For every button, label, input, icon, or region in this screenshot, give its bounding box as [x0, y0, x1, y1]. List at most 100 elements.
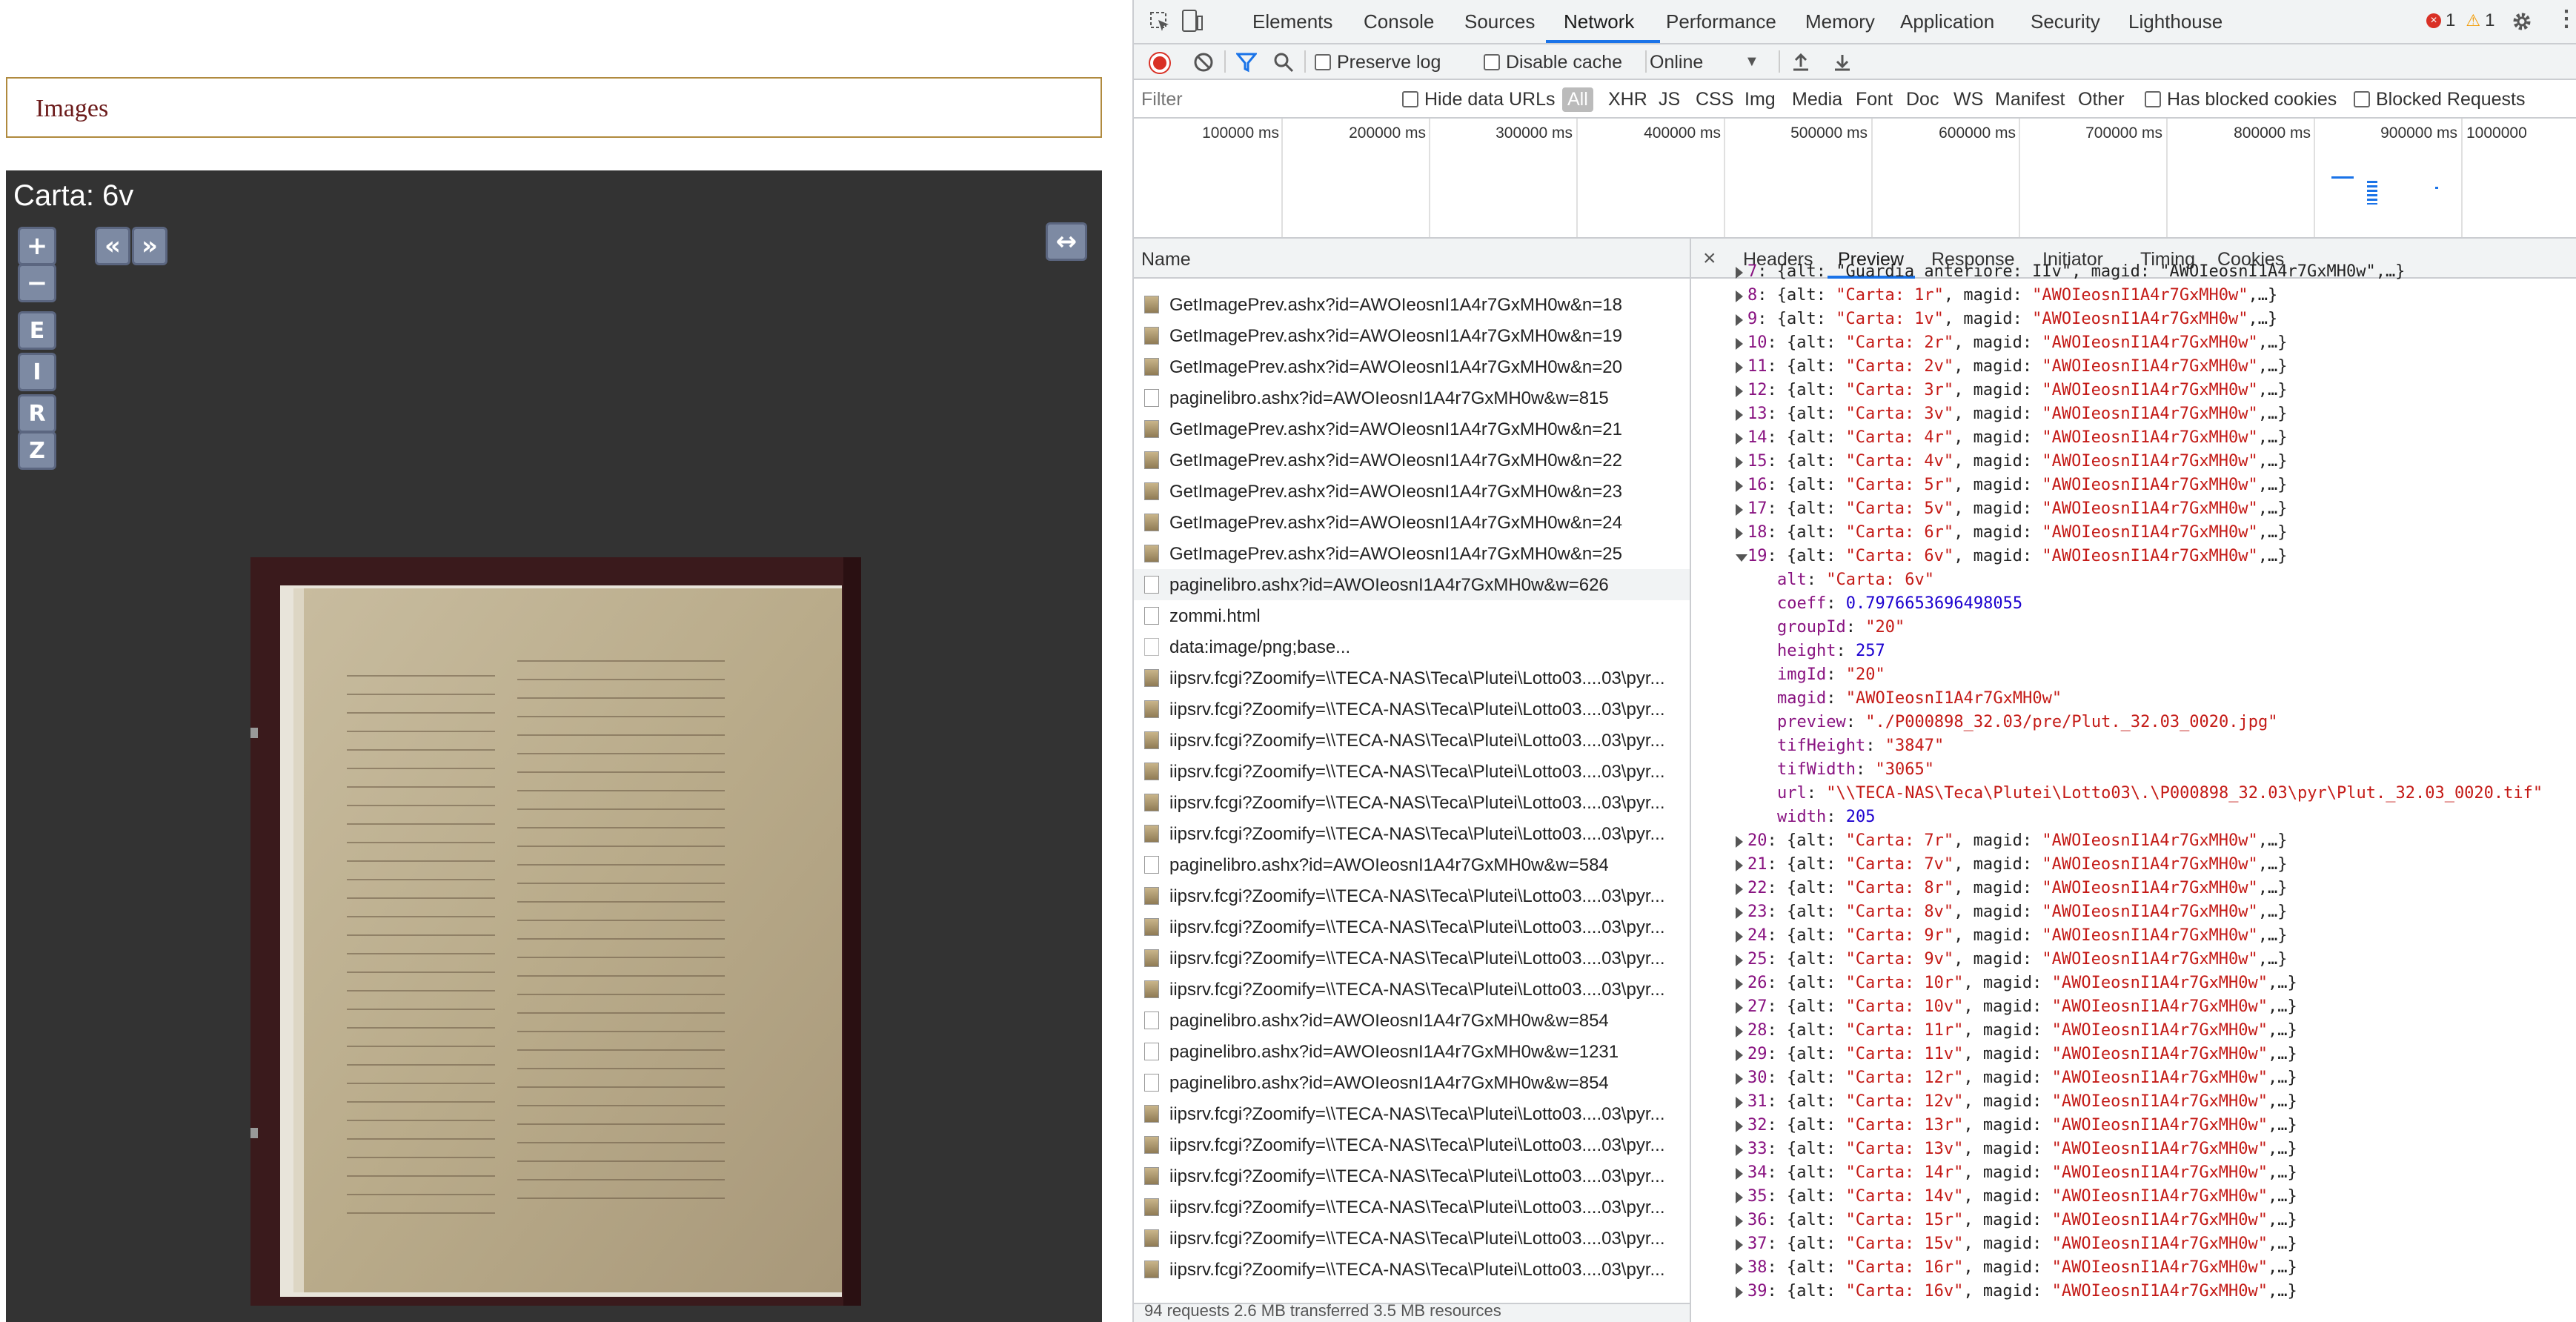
- expand-triangle-icon[interactable]: [1736, 1168, 1743, 1180]
- filter-css[interactable]: CSS: [1696, 89, 1733, 110]
- filter-icon[interactable]: [1236, 52, 1257, 73]
- filter-doc[interactable]: Doc: [1906, 89, 1939, 110]
- request-row[interactable]: iipsrv.fcgi?Zoomify=\\TECA-NAS\Teca\Plut…: [1134, 1160, 1690, 1192]
- json-node-collapsed[interactable]: 8: {alt: "Carta: 1r", magid: "AWOIeosnI1…: [1691, 286, 2576, 310]
- filter-all[interactable]: All: [1562, 87, 1593, 112]
- images-section-header[interactable]: Images: [6, 77, 1102, 138]
- json-node-collapsed[interactable]: 31: {alt: "Carta: 12v", magid: "AWOIeosn…: [1691, 1092, 2576, 1116]
- tab-security[interactable]: Security: [2031, 10, 2100, 33]
- expand-triangle-icon[interactable]: [1736, 860, 1743, 871]
- expand-triangle-icon[interactable]: [1736, 954, 1743, 966]
- json-node-collapsed[interactable]: 13: {alt: "Carta: 3v", magid: "AWOIeosnI…: [1691, 405, 2576, 428]
- json-node-collapsed[interactable]: 27: {alt: "Carta: 10v", magid: "AWOIeosn…: [1691, 997, 2576, 1021]
- json-node-collapsed[interactable]: 33: {alt: "Carta: 13v", magid: "AWOIeosn…: [1691, 1140, 2576, 1163]
- prev-page-button[interactable]: «: [95, 227, 130, 265]
- filter-font[interactable]: Font: [1856, 89, 1893, 110]
- json-node-collapsed[interactable]: 20: {alt: "Carta: 7r", magid: "AWOIeosnI…: [1691, 831, 2576, 855]
- request-row[interactable]: GetImagePrev.ashx?id=AWOIeosnI1A4r7GxMH0…: [1134, 538, 1690, 569]
- filter-manifest[interactable]: Manifest: [1995, 89, 2065, 110]
- expand-triangle-icon[interactable]: [1736, 1144, 1743, 1156]
- json-node-collapsed[interactable]: 34: {alt: "Carta: 14r", magid: "AWOIeosn…: [1691, 1163, 2576, 1187]
- request-row[interactable]: data:image/png;base...: [1134, 631, 1690, 662]
- expand-triangle-icon[interactable]: [1736, 907, 1743, 919]
- expand-triangle-icon[interactable]: [1736, 1002, 1743, 1014]
- json-node-collapsed[interactable]: 17: {alt: "Carta: 5v", magid: "AWOIeosnI…: [1691, 499, 2576, 523]
- filter-xhr[interactable]: XHR: [1608, 89, 1647, 110]
- collapse-triangle-icon[interactable]: [1736, 554, 1747, 562]
- expand-triangle-icon[interactable]: [1736, 290, 1743, 302]
- viewer-button-r[interactable]: R: [18, 394, 56, 433]
- tab-sources[interactable]: Sources: [1464, 10, 1535, 33]
- request-row[interactable]: iipsrv.fcgi?Zoomify=\\TECA-NAS\Teca\Plut…: [1134, 1192, 1690, 1223]
- network-timeline-overview[interactable]: 100000 ms 200000 ms 300000 ms 400000 ms …: [1134, 119, 2576, 239]
- request-row[interactable]: iipsrv.fcgi?Zoomify=\\TECA-NAS\Teca\Plut…: [1134, 694, 1690, 725]
- search-icon[interactable]: [1273, 52, 1294, 73]
- request-row[interactable]: zommi.html: [1134, 600, 1690, 631]
- json-node-collapsed[interactable]: 16: {alt: "Carta: 5r", magid: "AWOIeosnI…: [1691, 476, 2576, 499]
- json-node-collapsed[interactable]: 24: {alt: "Carta: 9r", magid: "AWOIeosnI…: [1691, 926, 2576, 950]
- issues-counter[interactable]: × 1 ⚠ 1: [2426, 10, 2494, 31]
- expand-triangle-icon[interactable]: [1736, 1097, 1743, 1109]
- inspect-element-icon[interactable]: [1149, 10, 1171, 33]
- json-node-collapsed[interactable]: 7: {alt: "Guardia anteriore: IIv", magid…: [1691, 262, 2576, 286]
- request-row[interactable]: iipsrv.fcgi?Zoomify=\\TECA-NAS\Teca\Plut…: [1134, 787, 1690, 818]
- tab-console[interactable]: Console: [1364, 10, 1434, 33]
- tab-network[interactable]: Network: [1564, 10, 1634, 33]
- request-row[interactable]: paginelibro.ashx?id=AWOIeosnI1A4r7GxMH0w…: [1134, 1036, 1690, 1067]
- json-node-collapsed[interactable]: 21: {alt: "Carta: 7v", magid: "AWOIeosnI…: [1691, 855, 2576, 879]
- expand-triangle-icon[interactable]: [1736, 1239, 1743, 1251]
- expand-triangle-icon[interactable]: [1736, 362, 1743, 373]
- name-column-header[interactable]: Name: [1134, 239, 1690, 279]
- json-node-collapsed[interactable]: 14: {alt: "Carta: 4r", magid: "AWOIeosnI…: [1691, 428, 2576, 452]
- expand-triangle-icon[interactable]: [1736, 1073, 1743, 1085]
- record-icon[interactable]: [1150, 53, 1169, 73]
- expand-triangle-icon[interactable]: [1736, 267, 1743, 279]
- json-node-collapsed[interactable]: 29: {alt: "Carta: 11v", magid: "AWOIeosn…: [1691, 1045, 2576, 1069]
- expand-triangle-icon[interactable]: [1736, 480, 1743, 492]
- request-row[interactable]: iipsrv.fcgi?Zoomify=\\TECA-NAS\Teca\Plut…: [1134, 943, 1690, 974]
- request-row[interactable]: iipsrv.fcgi?Zoomify=\\TECA-NAS\Teca\Plut…: [1134, 1254, 1690, 1285]
- filter-other[interactable]: Other: [2078, 89, 2125, 110]
- tab-memory[interactable]: Memory: [1805, 10, 1875, 33]
- request-row[interactable]: paginelibro.ashx?id=AWOIeosnI1A4r7GxMH0w…: [1134, 569, 1690, 600]
- expand-triangle-icon[interactable]: [1736, 1215, 1743, 1227]
- manuscript-page-image[interactable]: [250, 557, 861, 1306]
- request-row[interactable]: GetImagePrev.ashx?id=AWOIeosnI1A4r7GxMH0…: [1134, 289, 1690, 320]
- tab-elements[interactable]: Elements: [1252, 10, 1332, 33]
- settings-gear-icon[interactable]: [2511, 10, 2533, 33]
- expand-triangle-icon[interactable]: [1736, 1263, 1743, 1275]
- image-viewer[interactable]: Carta: 6v + − « » ↔ E I R Z: [6, 170, 1102, 1322]
- expand-triangle-icon[interactable]: [1736, 1192, 1743, 1203]
- json-node-collapsed[interactable]: 32: {alt: "Carta: 13r", magid: "AWOIeosn…: [1691, 1116, 2576, 1140]
- request-row[interactable]: iipsrv.fcgi?Zoomify=\\TECA-NAS\Teca\Plut…: [1134, 1223, 1690, 1254]
- json-node-collapsed[interactable]: 38: {alt: "Carta: 16r", magid: "AWOIeosn…: [1691, 1258, 2576, 1282]
- expand-triangle-icon[interactable]: [1736, 504, 1743, 516]
- json-node-collapsed[interactable]: 30: {alt: "Carta: 12r", magid: "AWOIeosn…: [1691, 1069, 2576, 1092]
- blocked-requests-checkbox[interactable]: [2354, 91, 2370, 107]
- json-node-collapsed[interactable]: 18: {alt: "Carta: 6r", magid: "AWOIeosnI…: [1691, 523, 2576, 547]
- expand-triangle-icon[interactable]: [1736, 1026, 1743, 1037]
- zoom-in-button[interactable]: +: [18, 227, 56, 265]
- json-node-collapsed[interactable]: 35: {alt: "Carta: 14v", magid: "AWOIeosn…: [1691, 1187, 2576, 1211]
- filter-media[interactable]: Media: [1792, 89, 1842, 110]
- tab-application[interactable]: Application: [1900, 10, 1994, 33]
- expand-triangle-icon[interactable]: [1736, 931, 1743, 943]
- request-row[interactable]: paginelibro.ashx?id=AWOIeosnI1A4r7GxMH0w…: [1134, 1067, 1690, 1098]
- expand-triangle-icon[interactable]: [1736, 338, 1743, 350]
- viewer-button-z[interactable]: Z: [18, 431, 56, 470]
- expand-triangle-icon[interactable]: [1736, 883, 1743, 895]
- viewer-button-e[interactable]: E: [18, 311, 56, 350]
- request-row[interactable]: iipsrv.fcgi?Zoomify=\\TECA-NAS\Teca\Plut…: [1134, 725, 1690, 756]
- request-row[interactable]: iipsrv.fcgi?Zoomify=\\TECA-NAS\Teca\Plut…: [1134, 756, 1690, 787]
- filter-ws[interactable]: WS: [1953, 89, 1983, 110]
- expand-triangle-icon[interactable]: [1736, 314, 1743, 326]
- next-page-button[interactable]: »: [132, 227, 167, 265]
- viewer-button-i[interactable]: I: [18, 353, 56, 391]
- clear-icon[interactable]: [1193, 52, 1214, 73]
- json-node-collapsed[interactable]: 15: {alt: "Carta: 4v", magid: "AWOIeosnI…: [1691, 452, 2576, 476]
- filter-js[interactable]: JS: [1659, 89, 1680, 110]
- expand-triangle-icon[interactable]: [1736, 433, 1743, 445]
- json-node-collapsed[interactable]: 37: {alt: "Carta: 15v", magid: "AWOIeosn…: [1691, 1235, 2576, 1258]
- has-blocked-cookies-checkbox[interactable]: [2145, 91, 2161, 107]
- request-row[interactable]: GetImagePrev.ashx?id=AWOIeosnI1A4r7GxMH0…: [1134, 476, 1690, 507]
